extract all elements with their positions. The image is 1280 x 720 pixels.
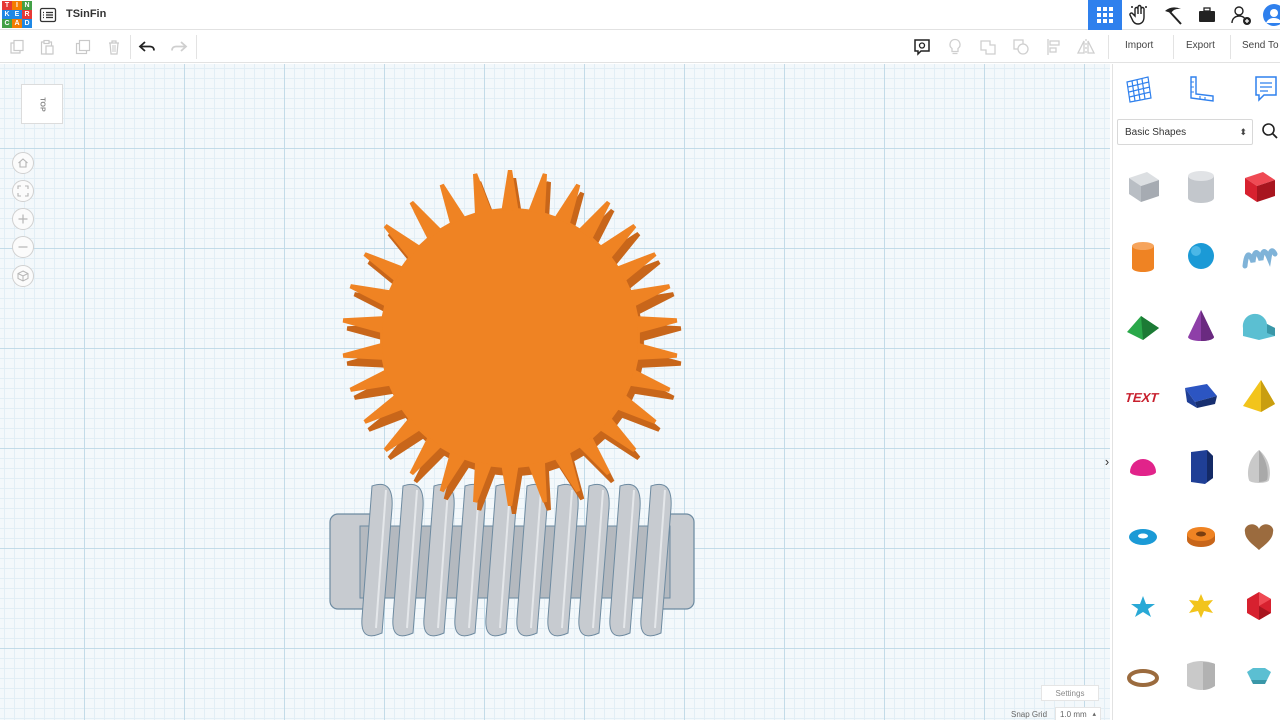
design-title[interactable]: TSinFin — [66, 8, 106, 20]
shape-star[interactable] — [1115, 574, 1171, 638]
snap-grid-select[interactable]: 1.0 mm — [1055, 707, 1101, 720]
logo-letter: R — [22, 10, 32, 19]
notes-icon[interactable] — [911, 37, 933, 57]
copy-icon[interactable] — [6, 37, 28, 57]
shape-scribble[interactable] — [1231, 224, 1280, 288]
shape-paraboloid[interactable] — [1231, 434, 1280, 498]
collapse-panel-chevron-icon[interactable]: › — [1101, 450, 1110, 472]
ungroup-icon[interactable] — [1010, 37, 1032, 57]
logo-letter: N — [22, 1, 32, 10]
tinkercad-logo[interactable]: TIN KER CAD — [2, 1, 32, 29]
shape-library-select[interactable]: Basic Shapes — [1117, 119, 1253, 145]
toolbar: Import Export Send To — [0, 31, 1280, 63]
shape-round-roof[interactable] — [1231, 294, 1280, 358]
svg-text:TEXT: TEXT — [1123, 390, 1160, 405]
blocks-icon[interactable] — [1122, 0, 1156, 30]
shape-gem[interactable] — [1231, 644, 1280, 708]
shape-half-sphere[interactable] — [1115, 434, 1171, 498]
logo-letter: K — [2, 10, 12, 19]
3d-design-icon[interactable] — [1088, 0, 1122, 30]
align-icon[interactable] — [1043, 37, 1065, 57]
shape-sphere[interactable] — [1173, 224, 1229, 288]
settings-button[interactable]: Settings — [1041, 685, 1099, 701]
ruler-icon[interactable] — [1181, 72, 1221, 106]
logo-letter: T — [2, 1, 12, 10]
import-button[interactable]: Import — [1125, 40, 1153, 51]
shapes-panel: Basic Shapes TEXT — [1112, 64, 1280, 720]
logo-letter: I — [12, 1, 22, 10]
lessons-pickaxe-icon[interactable] — [1156, 0, 1190, 30]
shape-box[interactable] — [1231, 154, 1280, 218]
workplane-canvas[interactable]: TOP Settings Snap Grid 1.0 mm › — [0, 64, 1110, 720]
group-icon[interactable] — [977, 37, 999, 57]
shape-ring[interactable] — [1115, 644, 1171, 708]
design-list-icon[interactable] — [38, 5, 58, 25]
delete-icon[interactable] — [103, 37, 125, 57]
search-icon[interactable] — [1261, 122, 1280, 142]
shape-torus[interactable] — [1115, 504, 1171, 568]
shape-cone[interactable] — [1173, 294, 1229, 358]
shape-pyramid[interactable] — [1231, 364, 1280, 428]
export-button[interactable]: Export — [1186, 40, 1215, 51]
shape-cylinder-hole[interactable] — [1173, 154, 1229, 218]
3d-scene — [329, 170, 695, 637]
lightbulb-icon[interactable] — [944, 37, 966, 57]
logo-letter: E — [12, 10, 22, 19]
shape-box-hole[interactable] — [1115, 154, 1171, 218]
tinkercad-editor: TIN KER CAD TSinFin Import Export Send To … — [0, 0, 1280, 720]
duplicate-icon[interactable] — [72, 37, 94, 57]
mirror-icon[interactable] — [1075, 37, 1097, 57]
snap-grid-label: Snap Grid — [1011, 710, 1048, 719]
shape-wedge[interactable] — [1173, 364, 1229, 428]
shape-round-box[interactable] — [1173, 644, 1229, 708]
undo-icon[interactable] — [136, 37, 158, 57]
workplane-icon[interactable] — [1119, 72, 1159, 106]
shape-text[interactable]: TEXT — [1115, 364, 1171, 428]
shape-star-six[interactable] — [1173, 574, 1229, 638]
redo-icon[interactable] — [168, 37, 190, 57]
shape-roof[interactable] — [1115, 294, 1171, 358]
shape-polygon[interactable] — [1173, 434, 1229, 498]
logo-letter: D — [22, 19, 32, 28]
circuits-briefcase-icon[interactable] — [1190, 0, 1224, 30]
logo-letter: C — [2, 19, 12, 28]
shape-icosahedron[interactable] — [1231, 574, 1280, 638]
top-right-actions — [1088, 0, 1280, 30]
invite-user-icon[interactable] — [1224, 0, 1258, 30]
shape-heart[interactable] — [1231, 504, 1280, 568]
logo-letter: A — [12, 19, 22, 28]
top-bar: TIN KER CAD TSinFin — [0, 0, 1280, 30]
paste-icon[interactable] — [36, 37, 58, 57]
shape-cylinder[interactable] — [1115, 224, 1171, 288]
notes-panel-icon[interactable] — [1245, 72, 1280, 106]
user-avatar-icon[interactable] — [1258, 0, 1280, 30]
send-to-button[interactable]: Send To — [1242, 40, 1279, 51]
shape-tube[interactable] — [1173, 504, 1229, 568]
spur-gear-shape[interactable] — [342, 170, 682, 514]
